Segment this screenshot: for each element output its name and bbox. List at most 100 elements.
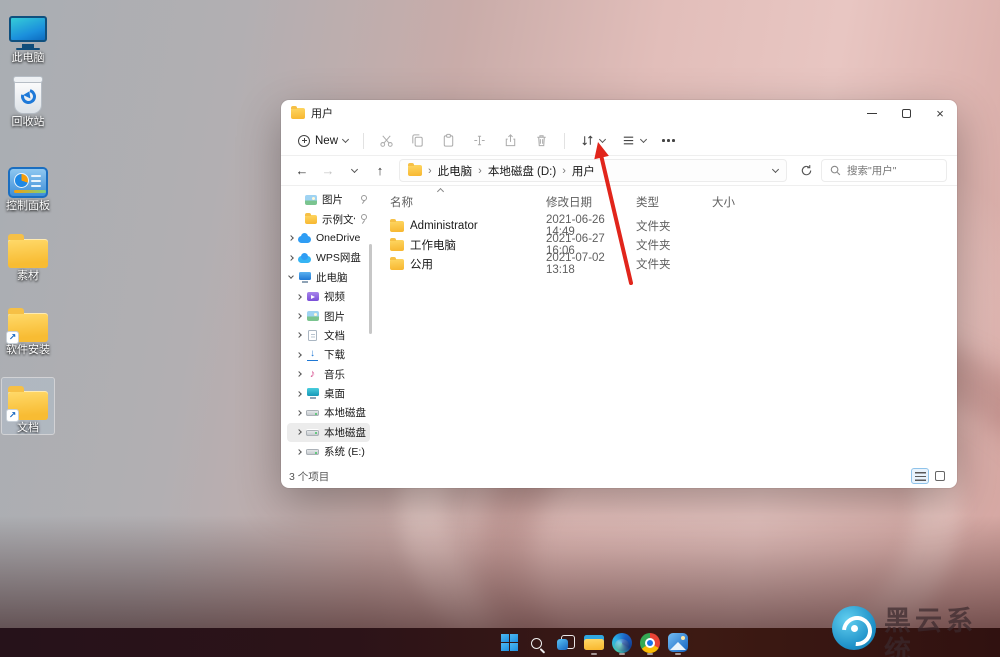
delete-button[interactable] — [527, 129, 556, 153]
sidebar-item-downloads[interactable]: ↓下载 — [287, 345, 370, 364]
taskbar-chrome-browser[interactable] — [637, 630, 662, 655]
paste-icon — [441, 133, 456, 148]
search-input[interactable]: 搜索"用户" — [821, 159, 947, 182]
column-name[interactable]: 名称 — [390, 194, 546, 210]
desktop-icon-label: 软件安装 — [2, 344, 54, 356]
back-button[interactable]: ← — [291, 160, 313, 182]
chevron-right-icon — [296, 449, 302, 455]
column-type[interactable]: 类型 — [636, 194, 712, 210]
maximize-button[interactable] — [889, 100, 923, 126]
rename-button[interactable] — [465, 129, 494, 153]
desktop-icon-folder[interactable]: 素材 — [2, 226, 54, 282]
address-dropdown-icon[interactable] — [772, 165, 779, 172]
computer-icon — [297, 270, 312, 284]
desktop-icon-folder-shortcut-selected[interactable]: ↗ 文档 — [2, 378, 54, 434]
chrome-icon — [640, 633, 660, 653]
pictures-icon — [305, 309, 320, 323]
see-more-button[interactable] — [655, 129, 682, 153]
details-view-button[interactable] — [911, 468, 929, 484]
sidebar-item-sample-folder-pinned[interactable]: 示例文件夹 — [287, 209, 370, 228]
desktop-icon-label: 此电脑 — [2, 52, 54, 64]
maximize-icon — [902, 109, 911, 118]
breadcrumb-separator: › — [478, 165, 482, 177]
shortcut-arrow-icon: ↗ — [6, 331, 19, 344]
desktop-icon-recycle-bin[interactable]: 回收站 — [2, 72, 54, 128]
chevron-down-icon — [640, 135, 647, 142]
sidebar-item-wps-cloud[interactable]: WPS网盘 — [287, 248, 370, 267]
file-explorer-icon — [584, 635, 604, 650]
forward-button[interactable]: → — [317, 160, 339, 182]
share-icon — [503, 133, 518, 148]
up-button[interactable]: ↑ — [369, 160, 391, 182]
photos-app-icon — [668, 633, 688, 652]
sidebar-item-pictures[interactable]: 图片 — [287, 306, 370, 325]
desktop-icon-label: 控制面板 — [2, 200, 54, 212]
toolbar-separator — [363, 133, 364, 149]
sort-icon — [580, 133, 595, 148]
sidebar-item-pictures-pinned[interactable]: 图片 — [287, 190, 370, 209]
breadcrumb-drive-d[interactable]: 本地磁盘 (D:) — [488, 163, 556, 179]
new-button-label: New — [315, 135, 338, 147]
new-button[interactable]: New — [291, 129, 355, 153]
refresh-button[interactable] — [795, 160, 817, 182]
start-button[interactable] — [497, 630, 522, 655]
taskbar-file-explorer[interactable] — [581, 630, 606, 655]
sidebar-item-this-pc[interactable]: 此电脑 — [287, 268, 370, 287]
task-view-icon — [557, 635, 575, 650]
copy-button[interactable] — [403, 129, 432, 153]
sidebar-item-documents[interactable]: 文档 — [287, 326, 370, 345]
sidebar-item-drive-d-selected[interactable]: 本地磁盘 (D:) — [287, 423, 370, 442]
sidebar-item-onedrive[interactable]: OneDrive — [287, 229, 370, 248]
sidebar-item-drive-e[interactable]: 系统 (E:) — [287, 442, 370, 461]
view-icon — [621, 133, 636, 148]
music-icon: ♪ — [305, 367, 320, 381]
delete-icon — [534, 133, 549, 148]
paste-button[interactable] — [434, 129, 463, 153]
sidebar-item-desktop[interactable]: 桌面 — [287, 384, 370, 403]
address-bar[interactable]: › 此电脑 › 本地磁盘 (D:) › 用户 — [399, 159, 787, 182]
chevron-down-icon — [599, 135, 606, 142]
desktop-icon-this-pc[interactable]: 此电脑 — [2, 8, 54, 64]
chevron-right-icon — [296, 333, 302, 339]
column-size[interactable]: 大小 — [712, 194, 764, 210]
chevron-right-icon — [296, 391, 302, 397]
taskbar-edge-browser[interactable] — [609, 630, 634, 655]
large-icons-view-button[interactable] — [931, 468, 949, 484]
desktop-icon-control-panel[interactable]: 控制面板 — [2, 156, 54, 212]
task-view-button[interactable] — [553, 630, 578, 655]
chevron-down-icon — [350, 165, 357, 172]
rename-icon — [472, 133, 487, 148]
file-row-work-pc[interactable]: 工作电脑 2021-06-27 16:06 文件夹 — [390, 233, 957, 252]
desktop-icon-folder-shortcut[interactable]: ↗ 软件安装 — [2, 300, 54, 356]
column-date[interactable]: 修改日期 — [546, 194, 636, 210]
breadcrumb-this-pc[interactable]: 此电脑 — [438, 163, 473, 179]
breadcrumb-folder-icon — [408, 165, 422, 176]
command-bar: New — [281, 126, 957, 156]
running-indicator — [647, 653, 653, 655]
title-bar[interactable]: 用户 × — [281, 100, 957, 126]
documents-icon — [305, 328, 320, 342]
cut-button[interactable] — [372, 129, 401, 153]
view-button[interactable] — [614, 129, 653, 153]
chevron-right-icon — [288, 255, 294, 261]
column-headers: 名称 修改日期 类型 大小 — [390, 190, 957, 214]
file-explorer-window: 用户 × New — [281, 100, 957, 488]
sort-button[interactable] — [573, 129, 612, 153]
sidebar-item-drive-c[interactable]: 本地磁盘 (C:) — [287, 403, 370, 422]
history-dropdown-button[interactable] — [343, 160, 365, 182]
breadcrumb-users[interactable]: 用户 — [572, 163, 595, 179]
taskbar-icons — [497, 630, 690, 655]
taskbar-search-button[interactable] — [525, 630, 550, 655]
file-row-public[interactable]: 公用 2021-07-02 13:18 文件夹 — [390, 252, 957, 271]
drive-icon — [305, 406, 320, 420]
taskbar-photos-app[interactable] — [665, 630, 690, 655]
sidebar-item-videos[interactable]: 视频 — [287, 287, 370, 306]
close-button[interactable]: × — [923, 100, 957, 126]
desktop-icon-label: 回收站 — [2, 116, 54, 128]
sidebar-item-music[interactable]: ♪音乐 — [287, 365, 370, 384]
share-button[interactable] — [496, 129, 525, 153]
file-row-administrator[interactable]: Administrator 2021-06-26 14:49 文件夹 — [390, 214, 957, 233]
minimize-button[interactable] — [855, 100, 889, 126]
desktop-icon-label: 素材 — [2, 270, 54, 282]
navigation-pane: 图片 示例文件夹 OneDrive WPS网盘 此电脑 视频 图片 文档 ↓下载… — [281, 186, 372, 466]
